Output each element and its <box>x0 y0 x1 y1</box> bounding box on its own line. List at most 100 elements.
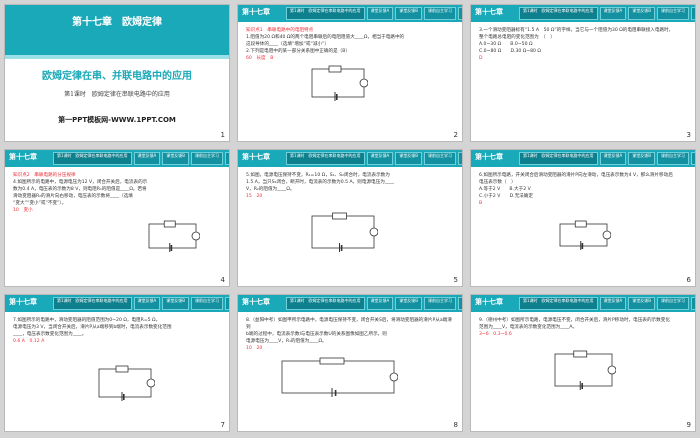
lesson-title: 欧姆定律在串、并联电路中的应用 <box>42 71 192 82</box>
slide-body: 5.如图，电源电压保持不变，R₁=10 Ω，S₁、S₂闭合时，电流表示数为 1.5… <box>246 172 454 200</box>
slide-number: 6 <box>686 276 691 284</box>
header-tab[interactable]: 课堂反馈A <box>366 152 394 165</box>
header-tab[interactable]: 课前自主学习 <box>657 297 690 310</box>
slide-body: 知识点2 串联电路的分压规律 4.如图所示的电路中，电源电压为12 V，闭合开关后… <box>13 172 221 214</box>
slide-number: 1 <box>220 131 225 139</box>
header-tab[interactable]: 课堂反馈A <box>133 152 161 165</box>
header-tab[interactable]: 课前自主学习 <box>424 7 457 20</box>
slide-thumbnail-9[interactable]: 第十七章 第1课时 欧姆定律在串联电路中的应用课堂反馈A课堂反馈B课前自主学习课… <box>471 295 695 431</box>
circuit-diagram <box>554 350 617 391</box>
slide-thumbnail-4[interactable]: 第十七章 第1课时 欧姆定律在串联电路中的应用课堂反馈A课堂反馈B课前自主学习课… <box>5 150 229 286</box>
slide-thumbnail-6[interactable]: 第十七章 第1课时 欧姆定律在串联电路中的应用课堂反馈A课堂反馈B课前自主学习课… <box>471 150 695 286</box>
slide-thumbnail-7[interactable]: 第十七章 第1课时 欧姆定律在串联电路中的应用课堂反馈A课堂反馈B课前自主学习课… <box>5 295 229 431</box>
header-tab[interactable]: 第1课时 欧姆定律在串联电路中的应用 <box>53 297 132 310</box>
slide-header: 第十七章 第1课时 欧姆定律在串联电路中的应用课堂反馈A课堂反馈B课前自主学习课… <box>238 150 462 167</box>
slide-thumbnail-8[interactable]: 第十七章 第1课时 欧姆定律在串联电路中的应用课堂反馈A课堂反馈B课前自主学习课… <box>238 295 462 431</box>
header-tab[interactable]: 课堂反馈B <box>162 152 190 165</box>
slide-header: 第十七章 第1课时 欧姆定律在串联电路中的应用课堂反馈A课堂反馈B课前自主学习课… <box>238 5 462 22</box>
header-tab[interactable]: 第1课时 欧姆定律在串联电路中的应用 <box>53 152 132 165</box>
slide-number: 4 <box>220 276 225 284</box>
header-tab[interactable]: 课前自主学习 <box>424 297 457 310</box>
header-tab[interactable]: 课堂互动探究 <box>458 7 462 20</box>
question-line: 滑动变阻器R₂的滑片向右移动，电压表的示数将____（选填 <box>13 194 133 199</box>
header-tab[interactable]: 课堂反馈B <box>395 152 423 165</box>
question-line: 这段导体的____（选填“增加”或“减小”） <box>246 42 330 47</box>
header-tab[interactable]: 课堂互动探究 <box>458 152 462 165</box>
header-tab[interactable]: 第1课时 欧姆定律在串联电路中的应用 <box>519 297 598 310</box>
circuit-diagram <box>98 365 156 402</box>
header-tab[interactable]: 课前自主学习 <box>657 152 690 165</box>
header-tabs: 第1课时 欧姆定律在串联电路中的应用课堂反馈A课堂反馈B课前自主学习课堂互动探究 <box>53 297 229 310</box>
header-tab[interactable]: 第1课时 欧姆定律在串联电路中的应用 <box>286 297 365 310</box>
header-tab[interactable]: 课堂反馈B <box>628 297 656 310</box>
header-tab[interactable]: 第1课时 欧姆定律在串联电路中的应用 <box>286 152 365 165</box>
circuit-diagram <box>311 65 369 102</box>
header-tab[interactable]: 课前自主学习 <box>424 152 457 165</box>
knowledge-point-heading: 知识点2 串联电路的分压规律 <box>13 173 76 178</box>
diagram-container <box>145 220 201 256</box>
header-tab[interactable]: 课前自主学习 <box>191 152 224 165</box>
slide-header: 第十七章 第1课时 欧姆定律在串联电路中的应用课堂反馈A课堂反馈B课前自主学习课… <box>238 295 462 312</box>
header-tab[interactable]: 课堂反馈A <box>599 152 627 165</box>
header-tab[interactable]: 课堂反馈A <box>599 7 627 20</box>
lesson-subtitle: 第1课时 欧姆定律在串联电路中的应用 <box>64 91 170 98</box>
header-tabs: 第1课时 欧姆定律在串联电路中的应用课堂反馈A课堂反馈B课前自主学习课堂互动探究 <box>286 7 462 20</box>
header-chapter: 第十七章 <box>242 153 270 161</box>
slide-number: 8 <box>453 421 458 429</box>
header-tab[interactable]: 课前自主学习 <box>191 297 224 310</box>
diagram-container <box>278 357 399 401</box>
slide-number: 5 <box>453 276 458 284</box>
header-tabs: 第1课时 欧姆定律在串联电路中的应用课堂反馈A课堂反馈B课前自主学习课堂互动探究 <box>286 152 462 165</box>
diagram-container <box>95 365 156 405</box>
header-tab[interactable]: 课堂反馈A <box>133 297 161 310</box>
slide-thumbnail-1[interactable]: 第十七章 欧姆定律 欧姆定律在串、并联电路中的应用 第1课时 欧姆定律在串联电路… <box>5 5 229 141</box>
header-chapter: 第十七章 <box>475 8 503 16</box>
header-tab[interactable]: 课堂反馈A <box>366 7 394 20</box>
header-tab[interactable]: 课堂互动探究 <box>225 297 229 310</box>
header-tab[interactable]: 课堂互动探究 <box>691 297 695 310</box>
answer-text: 3~6 0.3~0.6 <box>479 332 512 337</box>
slide-body: 6.如图所示电路，开关闭合后滑动变阻器的滑片P向左滑动，电压表示数为4 V，那么… <box>479 172 687 207</box>
slide-thumbnail-2[interactable]: 第十七章 第1课时 欧姆定律在串联电路中的应用课堂反馈A课堂反馈B课前自主学习课… <box>238 5 462 141</box>
header-tab[interactable]: 第1课时 欧姆定律在串联电路中的应用 <box>519 7 598 20</box>
header-tab[interactable]: 课堂反馈B <box>395 297 423 310</box>
header-tab[interactable]: 课前自主学习 <box>657 7 690 20</box>
header-tab[interactable]: 课堂互动探究 <box>691 7 695 20</box>
header-tab[interactable]: 课堂反馈B <box>628 7 656 20</box>
slide-thumbnail-3[interactable]: 第十七章 第1课时 欧姆定律在串联电路中的应用课堂反馈A课堂反馈B课前自主学习课… <box>471 5 695 141</box>
header-tab[interactable]: 第1课时 欧姆定律在串联电路中的应用 <box>519 152 598 165</box>
header-tab[interactable]: 课堂反馈B <box>628 152 656 165</box>
question-line: V，R₂的阻值为____Ω。 <box>246 187 295 192</box>
diagram-container <box>556 220 612 254</box>
header-tab[interactable]: 第1课时 欧姆定律在串联电路中的应用 <box>286 7 365 20</box>
header-tab[interactable]: 课堂互动探究 <box>458 297 462 310</box>
header-chapter: 第十七章 <box>475 298 503 306</box>
slide-header: 第十七章 第1课时 欧姆定律在串联电路中的应用课堂反馈A课堂反馈B课前自主学习课… <box>471 295 695 312</box>
question-line: 3.一个滑动变阻器标有“1.5 A 50 Ω”的字样，当它与一个阻值为30 Ω的… <box>479 28 674 33</box>
question-line: 2.下列是电阻中的某一部分关系图中正确的是（B） <box>246 49 351 54</box>
question-line: A.0~30 Ω B.0~50 Ω <box>479 42 533 47</box>
header-tabs: 第1课时 欧姆定律在串联电路中的应用课堂反馈A课堂反馈B课前自主学习课堂互动探究 <box>53 152 229 165</box>
header-tabs: 第1课时 欧姆定律在串联电路中的应用课堂反馈A课堂反馈B课前自主学习课堂互动探究 <box>519 297 695 310</box>
question-line: 7.如图所示的电路中，滑动变阻器的阻值范围为0~20 Ω，电阻R=5 Ω， <box>13 318 161 323</box>
slide-number: 7 <box>220 421 225 429</box>
question-line: 4.如图所示的电路中，电源电压为12 V，闭合开关后，电流表的示 <box>13 180 148 185</box>
header-chapter: 第十七章 <box>242 8 270 16</box>
slide-number: 9 <box>686 421 691 429</box>
question-line: b端的过程中，电流表示数I与电压表示数U的关系图像如图乙所示，则 <box>246 332 387 337</box>
question-line: “变大”“变小”或“不变”）。 <box>13 201 67 206</box>
header-tab[interactable]: 课堂反馈A <box>599 297 627 310</box>
header-tab[interactable]: 课堂互动探究 <box>225 152 229 165</box>
slide-number: 3 <box>686 131 691 139</box>
header-tab[interactable]: 课堂反馈B <box>162 297 190 310</box>
slide-body: 7.如图所示的电路中，滑动变阻器的阻值范围为0~20 Ω，电阻R=5 Ω， 电源电… <box>13 317 221 345</box>
header-tab[interactable]: 课堂互动探究 <box>691 152 695 165</box>
question-line: 6.如图所示电路，开关闭合后滑动变阻器的滑片P向左滑动，电压表示数为4 V，那么… <box>479 173 673 178</box>
header-tabs: 第1课时 欧姆定律在串联电路中的应用课堂反馈A课堂反馈B课前自主学习课堂互动探究 <box>286 297 462 310</box>
slide-thumbnail-5[interactable]: 第十七章 第1课时 欧姆定律在串联电路中的应用课堂反馈A课堂反馈B课前自主学习课… <box>238 150 462 286</box>
diagram-container <box>308 65 369 105</box>
answer-text: 0.6 A 0.12 A <box>13 339 45 344</box>
header-tab[interactable]: 课堂反馈B <box>395 7 423 20</box>
header-tab[interactable]: 课堂反馈A <box>366 297 394 310</box>
question-line: C.小于2 V D.无法确定 <box>479 194 533 199</box>
